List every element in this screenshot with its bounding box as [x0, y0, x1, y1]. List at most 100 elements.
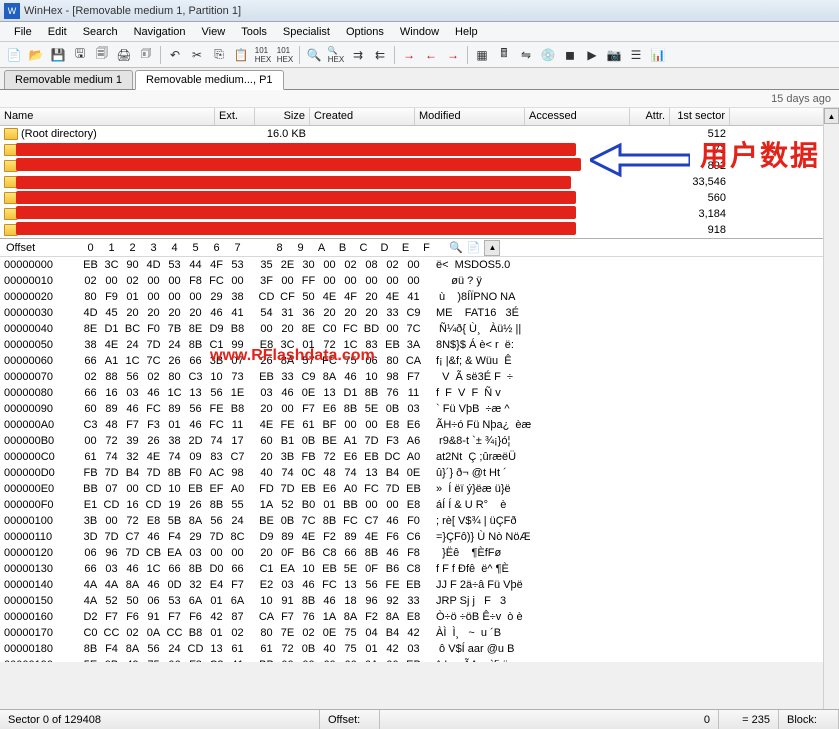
hex-line[interactable]: 000001905E0B497506F8C341BB000060666A00EB… [0, 657, 839, 662]
hex-line[interactable]: 000001808BF48A5624CD136161720B4075014203… [0, 641, 839, 657]
menu-edit[interactable]: Edit [40, 24, 75, 40]
back-icon[interactable]: ← [421, 45, 441, 65]
menu-view[interactable]: View [194, 24, 234, 40]
find-prev-icon[interactable]: ⇇ [370, 45, 390, 65]
list-icon[interactable]: ☰ [626, 45, 646, 65]
print-icon[interactable]: 🖨 [114, 45, 134, 65]
folder-icon [4, 128, 18, 140]
ascii-header[interactable]: 🔍 📄 ▲ [449, 240, 500, 256]
calculator-icon[interactable]: 🖩 [494, 45, 514, 65]
forward-icon[interactable]: → [443, 45, 463, 65]
menu-specialist[interactable]: Specialist [275, 24, 338, 40]
menu-file[interactable]: File [6, 24, 40, 40]
hex-line[interactable]: 0000006066A11C7C26663B07268A57FC750680CA… [0, 353, 839, 369]
col-sector[interactable]: 1st sector [670, 108, 730, 125]
redaction-bar [16, 191, 576, 204]
tab-medium-1[interactable]: Removable medium 1 [4, 70, 133, 89]
find-next-icon[interactable]: ⇉ [348, 45, 368, 65]
paste-icon[interactable]: 📋 [231, 45, 251, 65]
undo-icon[interactable]: ↶ [165, 45, 185, 65]
hex-line[interactable]: 00000000EB3C904D53444F53352E300002080200… [0, 257, 839, 273]
save-icon[interactable]: 🖫 [70, 45, 90, 65]
app-icon: W [4, 3, 20, 19]
col-created[interactable]: Created [310, 108, 415, 125]
menu-tools[interactable]: Tools [233, 24, 275, 40]
hex-line[interactable]: 00000090608946FC8956FEB82000F7E68B5E0B03… [0, 401, 839, 417]
paste-hex-icon[interactable]: 101HEX [275, 45, 295, 65]
hex-line[interactable]: 000000100200020000F8FC003F00FF0000000000… [0, 273, 839, 289]
hex-line[interactable]: 000001404A4A8A460D32E4F7E20346FC1356FEEB… [0, 577, 839, 593]
hex-line[interactable]: 000000D0FB7DB47D8BF0AC9840740C487413B40E… [0, 465, 839, 481]
col-modified[interactable]: Modified [415, 108, 525, 125]
info-strip: 15 days ago [0, 90, 839, 108]
col-name[interactable]: Name [0, 108, 215, 125]
open-folder-icon[interactable]: 📂 [26, 45, 46, 65]
chart-icon[interactable]: 📊 [648, 45, 668, 65]
hex-line[interactable]: 00000080661603461C13561E03460E13D18B7611… [0, 385, 839, 401]
window-title: WinHex - [Removable medium 1, Partition … [24, 5, 241, 17]
compare-icon[interactable]: ⇋ [516, 45, 536, 65]
snapshot-icon[interactable]: 📷 [604, 45, 624, 65]
hex-line[interactable]: 000000C06174324E740983C7203BFB72E6EBDCA0… [0, 449, 839, 465]
menu-search[interactable]: Search [75, 24, 126, 40]
hex-view[interactable]: Offset 0123456789ABCDEF 🔍 📄 ▲ 00000000EB… [0, 238, 839, 662]
menu-navigation[interactable]: Navigation [126, 24, 194, 40]
annotation-label: 用户数据 [700, 134, 820, 174]
disk-icon[interactable]: 💾 [48, 45, 68, 65]
hex-line[interactable]: 00000160D2F7F691F7F64287CAF7761A8AF28AE8… [0, 609, 839, 625]
hex-line[interactable]: 000001504A525006536A016A10918B4618969233… [0, 593, 839, 609]
stop-icon[interactable]: ◼ [560, 45, 580, 65]
separator [394, 46, 395, 64]
ram-icon[interactable]: ▦ [472, 45, 492, 65]
save-copy-icon[interactable]: 🗐 [92, 45, 112, 65]
offset-header[interactable]: Offset [0, 242, 80, 254]
tab-partition-1[interactable]: Removable medium..., P1 [135, 70, 284, 90]
redaction-bar [16, 143, 576, 156]
hex-line[interactable]: 000001003B0072E85B8A5624BE0B7C8BFCC746F0… [0, 513, 839, 529]
copy-icon[interactable]: ⎘ [209, 45, 229, 65]
row-name: (Root directory) [21, 128, 97, 140]
scroll-up-button[interactable]: ▲ [824, 108, 839, 124]
hex-line[interactable]: 000000F0E1CD16CD19268B551A52B001BB0000E8… [0, 497, 839, 513]
redaction-bar [16, 176, 571, 189]
page-icon[interactable]: 📄 [467, 241, 481, 254]
file-list[interactable]: (Root directory) 16.0 KB 512 71 892 33,5… [0, 126, 839, 238]
hex-line[interactable]: 000000304D4520202020464154313620202033C9… [0, 305, 839, 321]
hex-line[interactable]: 0000002080F9010000002938CDCF504E4F204E41… [0, 289, 839, 305]
search-icon[interactable]: 🔍 [449, 241, 463, 254]
col-attr[interactable]: Attr. [630, 108, 670, 125]
toolbar: 📄 📂 💾 🖫 🗐 🖨 🗊 ↶ ✂ ⎘ 📋 101HEX 101HEX 🔍 🔍H… [0, 42, 839, 68]
watermark-text: www.RFlashdata.com [210, 347, 375, 365]
hex-line[interactable]: 000001306603461C668BD066C1EA10EB5E0FB6C8… [0, 561, 839, 577]
goto-icon[interactable]: → [399, 45, 419, 65]
hex-rows[interactable]: 00000000EB3C904D53444F53352E300002080200… [0, 257, 839, 662]
cut-icon[interactable]: ✂ [187, 45, 207, 65]
hex-line[interactable]: 000000A0C348F7F30146FC114EFE61BF0000E8E6… [0, 417, 839, 433]
hex-line[interactable]: 00000050384E247D248BC199E83C01721C83EB3A… [0, 337, 839, 353]
scroll-up-icon[interactable]: ▲ [484, 240, 500, 256]
menu-window[interactable]: Window [392, 24, 447, 40]
hex-line[interactable]: 000000B000723926382D741760B10BBEA17DF3A6… [0, 433, 839, 449]
find-icon[interactable]: 🔍 [304, 45, 324, 65]
menu-help[interactable]: Help [447, 24, 486, 40]
col-ext[interactable]: Ext. [215, 108, 255, 125]
col-accessed[interactable]: Accessed [525, 108, 630, 125]
new-file-icon[interactable]: 📄 [4, 45, 24, 65]
hex-line[interactable]: 00000170C0CC020ACCB80102807E020E7504B442… [0, 625, 839, 641]
col-size[interactable]: Size [255, 108, 310, 125]
hex-line[interactable]: 000000408ED1BCF07B8ED9B800208EC0FCBD007C… [0, 321, 839, 337]
properties-icon[interactable]: 🗊 [136, 45, 156, 65]
redaction-bar [16, 158, 581, 171]
hex-line[interactable]: 000000E0BB0700CD10EBEFA0FD7DEBE6A0FC7DEB… [0, 481, 839, 497]
hex-line[interactable]: 000001103D7DC746F4297D8CD9894EF2894EF6C6… [0, 529, 839, 545]
copy-hex-icon[interactable]: 101HEX [253, 45, 273, 65]
hex-line[interactable]: 000000700288560280C31073EB33C98A461098F7… [0, 369, 839, 385]
hex-line[interactable]: 0000012006967DCBEA030000200FB6C8668B46F8… [0, 545, 839, 561]
vertical-scrollbar[interactable]: ▲ [823, 108, 839, 709]
find-hex-icon[interactable]: 🔍HEX [326, 45, 346, 65]
disk2-icon[interactable]: 💿 [538, 45, 558, 65]
status-bar: Sector 0 of 129408 Offset: 0 = 235 Block… [0, 709, 839, 729]
play-icon[interactable]: ▶ [582, 45, 602, 65]
status-block: Block: [779, 710, 839, 729]
menu-options[interactable]: Options [338, 24, 392, 40]
